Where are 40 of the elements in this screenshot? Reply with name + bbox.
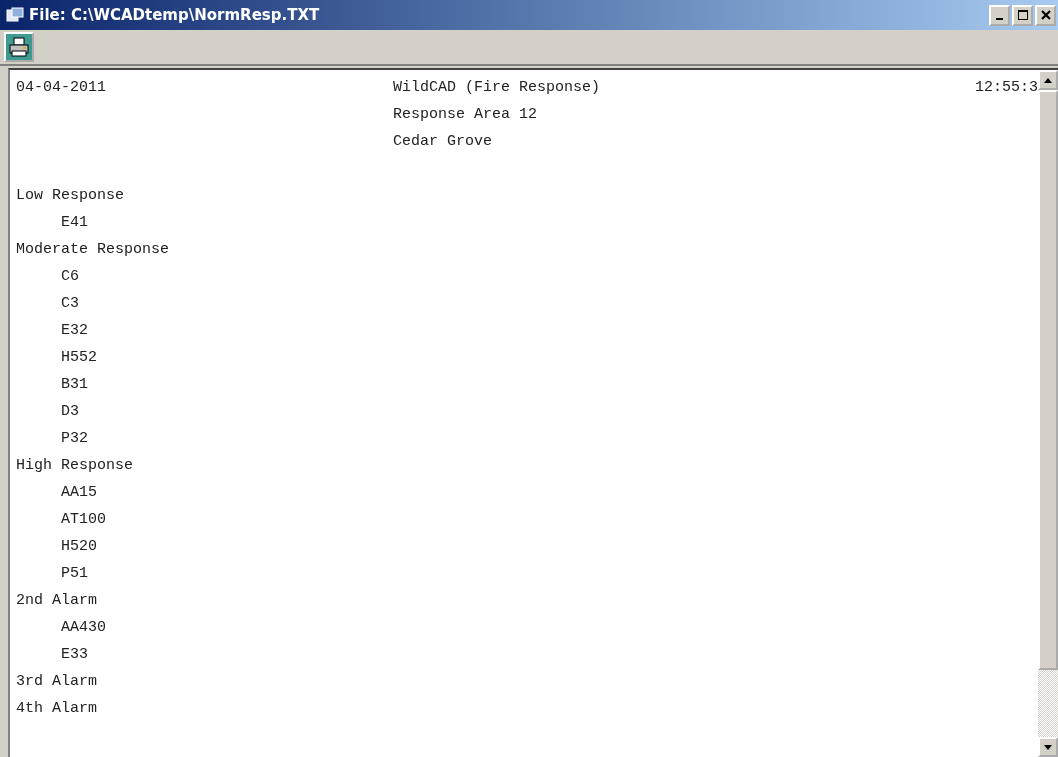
unit-code: C3	[61, 295, 79, 312]
report-date: 04-04-2011	[16, 78, 107, 98]
response-heading: 4th Alarm	[16, 700, 97, 717]
window-app-icon	[6, 7, 24, 23]
minimize-icon	[996, 17, 1003, 20]
report-title-line: Response Area 12	[393, 105, 539, 125]
unit-code: H552	[61, 349, 97, 366]
scroll-down-button[interactable]	[1038, 737, 1058, 757]
down-triangle-icon	[1044, 744, 1052, 750]
unit-code: AA430	[61, 619, 106, 636]
unit-code: C6	[61, 268, 79, 285]
unit-code: E33	[61, 646, 88, 663]
close-button[interactable]	[1035, 4, 1056, 26]
print-button[interactable]	[4, 32, 34, 62]
unit-code: B31	[61, 376, 88, 393]
scroll-up-button[interactable]	[1038, 70, 1058, 90]
unit-code: AT100	[61, 511, 106, 528]
response-heading: 3rd Alarm	[16, 673, 97, 690]
report-title-line: WildCAD (Fire Response)	[393, 78, 602, 98]
unit-code: P32	[61, 430, 88, 447]
maximize-button[interactable]	[1012, 4, 1033, 26]
response-heading: High Response	[16, 457, 134, 474]
response-heading: Moderate Response	[16, 241, 170, 258]
report-time: 12:55:3	[975, 78, 1038, 98]
close-icon	[1040, 10, 1051, 20]
window-title: File: C:\WCADtemp\NormResp.TXT	[29, 6, 320, 24]
response-heading: Low Response	[16, 187, 125, 204]
maximize-icon	[1017, 10, 1028, 20]
minimize-button[interactable]	[989, 4, 1010, 26]
vertical-scrollbar[interactable]	[1038, 70, 1058, 757]
scrollbar-thumb[interactable]	[1038, 90, 1058, 670]
unit-code: E41	[61, 214, 88, 231]
response-heading: 2nd Alarm	[16, 592, 97, 609]
unit-code: E32	[61, 322, 88, 339]
up-triangle-icon	[1044, 77, 1052, 83]
report-title-line: Cedar Grove	[393, 132, 494, 152]
unit-code: D3	[61, 403, 79, 420]
unit-code: AA15	[61, 484, 97, 501]
unit-code: H520	[61, 538, 97, 555]
unit-code: P51	[61, 565, 88, 582]
